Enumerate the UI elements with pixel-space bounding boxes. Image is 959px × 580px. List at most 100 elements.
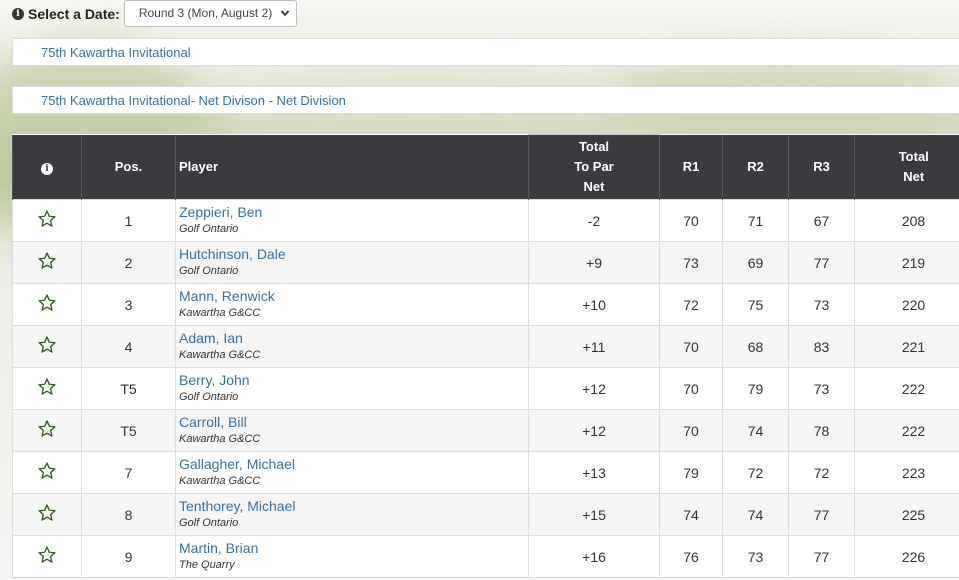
player-cell: Hutchinson, Dale Golf Ontario (175, 241, 529, 284)
r1-cell: 70 (659, 199, 723, 242)
to-par-cell: +12 (528, 409, 660, 452)
header-player[interactable]: Player (175, 134, 529, 200)
r3-cell: 77 (788, 535, 855, 578)
table-row: 7 Gallagher, Michael Kawartha G&CC +13 79 72 7… (12, 451, 959, 494)
date-select-value: Round 3 (Mon, August 2) (138, 6, 273, 20)
to-par-cell: +12 (528, 367, 660, 410)
header-r2[interactable]: R2 (722, 134, 789, 200)
date-select[interactable]: Round 3 (Mon, August 2) (123, 0, 297, 27)
player-name-link[interactable]: Hutchinson, Dale (179, 246, 528, 263)
table-row: T5 Carroll, Bill Kawartha G&CC +12 70 74 78 222 (12, 409, 959, 452)
table-row: 1 Zeppieri, Ben Golf Ontario -2 70 71 67 208 (12, 199, 959, 242)
table-row: 9 Martin, Brian The Quarry +16 76 73 77 226 (12, 535, 959, 578)
position-cell: 8 (81, 493, 176, 536)
r3-cell: 78 (788, 409, 855, 452)
position-cell: 1 (81, 199, 176, 242)
table-row: 2 Hutchinson, Dale Golf Ontario +9 73 69 77 219 (12, 241, 959, 284)
total-net-cell: 208 (854, 199, 959, 242)
r3-cell: 67 (788, 199, 855, 242)
r1-cell: 73 (659, 241, 723, 284)
star-outline-icon (38, 252, 56, 269)
player-club: Kawartha G&CC (179, 474, 261, 487)
header-info[interactable]: i (12, 134, 82, 200)
player-club: Kawartha G&CC (179, 348, 261, 361)
r3-cell: 73 (788, 367, 855, 410)
header-topar-line1: Total (578, 139, 610, 154)
player-cell: Zeppieri, Ben Golf Ontario (175, 199, 529, 242)
position-cell: 2 (81, 241, 176, 284)
r1-cell: 79 (659, 451, 723, 494)
player-club: Golf Ontario (179, 516, 239, 529)
star-outline-icon (38, 504, 56, 521)
header-pos[interactable]: Pos. (81, 134, 176, 200)
r3-cell: 72 (788, 451, 855, 494)
header-total-line1: Total (898, 148, 929, 164)
player-club: Golf Ontario (179, 390, 239, 403)
favorite-button[interactable] (12, 409, 82, 452)
player-name-link[interactable]: Gallagher, Michael (179, 456, 528, 473)
header-r3[interactable]: R3 (788, 134, 855, 200)
favorite-button[interactable] (12, 367, 82, 410)
r1-cell: 74 (659, 493, 723, 536)
r1-cell: 70 (659, 409, 723, 452)
to-par-cell: +16 (528, 535, 660, 578)
r2-cell: 74 (722, 409, 789, 452)
player-club: Kawartha G&CC (179, 306, 261, 319)
r2-cell: 68 (722, 325, 789, 368)
division-link[interactable]: 75th Kawartha Invitational- Net Divison … (41, 93, 346, 108)
r2-cell: 72 (722, 451, 789, 494)
to-par-cell: +15 (528, 493, 660, 536)
player-club: Golf Ontario (179, 264, 239, 277)
chevron-down-icon (280, 10, 290, 17)
r2-cell: 74 (722, 493, 789, 536)
header-total-net[interactable]: Total Net (854, 134, 959, 200)
star-outline-icon (38, 546, 56, 563)
player-name-link[interactable]: Carroll, Bill (179, 414, 528, 431)
star-outline-icon (38, 420, 56, 437)
star-outline-icon (38, 210, 56, 227)
player-club: The Quarry (179, 558, 235, 571)
header-total-to-par[interactable]: Total To Par Net (528, 134, 660, 200)
total-net-cell: 225 (854, 493, 959, 536)
header-r1[interactable]: R1 (659, 134, 723, 200)
favorite-button[interactable] (12, 535, 82, 578)
to-par-cell: +13 (528, 451, 660, 494)
player-name-link[interactable]: Berry, John (179, 372, 528, 389)
header-topar-line3: Net (583, 179, 605, 194)
r1-cell: 76 (659, 535, 723, 578)
player-cell: Mann, Renwick Kawartha G&CC (175, 283, 529, 326)
to-par-cell: +9 (528, 241, 660, 284)
player-cell: Berry, John Golf Ontario (175, 367, 529, 410)
player-name-link[interactable]: Zeppieri, Ben (179, 204, 528, 221)
r2-cell: 73 (722, 535, 789, 578)
header-topar-line2: To Par (574, 159, 614, 174)
r2-cell: 71 (722, 199, 789, 242)
tournament-link[interactable]: 75th Kawartha Invitational (41, 45, 191, 60)
total-net-cell: 221 (854, 325, 959, 368)
position-cell: T5 (81, 409, 176, 452)
player-club: Kawartha G&CC (179, 432, 261, 445)
favorite-button[interactable] (12, 199, 82, 242)
player-name-link[interactable]: Mann, Renwick (179, 288, 528, 305)
favorite-button[interactable] (12, 283, 82, 326)
favorite-button[interactable] (12, 451, 82, 494)
table-header-row: i Pos. Player Total To Par Net R1 R2 R3 … (12, 134, 959, 200)
r3-cell: 83 (788, 325, 855, 368)
total-net-cell: 223 (854, 451, 959, 494)
date-label: Select a Date: (28, 6, 120, 22)
favorite-button[interactable] (12, 493, 82, 536)
favorite-button[interactable] (12, 241, 82, 284)
player-name-link[interactable]: Adam, Ian (179, 330, 528, 347)
to-par-cell: -2 (528, 199, 660, 242)
leaderboard-table: i Pos. Player Total To Par Net R1 R2 R3 … (12, 134, 959, 578)
date-selector-bar: i Select a Date: Round 3 (Mon, August 2) (0, 0, 959, 28)
info-icon: i (41, 162, 53, 175)
star-outline-icon (38, 462, 56, 479)
to-par-cell: +11 (528, 325, 660, 368)
player-name-link[interactable]: Martin, Brian (179, 540, 528, 557)
r2-cell: 79 (722, 367, 789, 410)
r2-cell: 69 (722, 241, 789, 284)
info-icon[interactable]: i (12, 8, 24, 20)
favorite-button[interactable] (12, 325, 82, 368)
player-name-link[interactable]: Tenthorey, Michael (179, 498, 528, 515)
